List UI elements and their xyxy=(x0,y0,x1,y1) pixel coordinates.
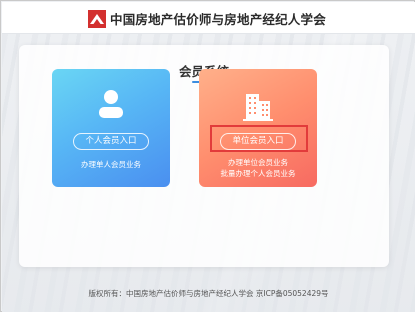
page-frame: 中国房地产估价师与房地产经纪人学会 会员系统 个人会员入口 办理单人会员业务 xyxy=(0,0,415,312)
personal-member-card[interactable]: 个人会员入口 办理单人会员业务 xyxy=(52,69,170,187)
association-logo-icon[interactable] xyxy=(88,10,106,28)
person-icon xyxy=(52,89,170,121)
footer-copyright: 版权所有：中国房地产估价师与房地产经纪人学会 京ICP备05052429号 xyxy=(88,289,329,298)
site-header: 中国房地产估价师与房地产经纪人学会 xyxy=(2,2,415,34)
site-title: 中国房地产估价师与房地产经纪人学会 xyxy=(110,12,326,27)
building-icon xyxy=(199,89,317,121)
unit-card-description-2: 批量办理个人会员业务 xyxy=(220,169,296,178)
unit-card-description-1: 办理单位会员业务 xyxy=(228,158,288,167)
unit-member-entry-button[interactable]: 单位会员入口 xyxy=(220,133,296,150)
personal-card-description: 办理单人会员业务 xyxy=(81,160,141,169)
personal-member-entry-button[interactable]: 个人会员入口 xyxy=(73,133,149,150)
unit-member-card[interactable]: 单位会员入口 办理单位会员业务 批量办理个人会员业务 xyxy=(199,69,317,187)
